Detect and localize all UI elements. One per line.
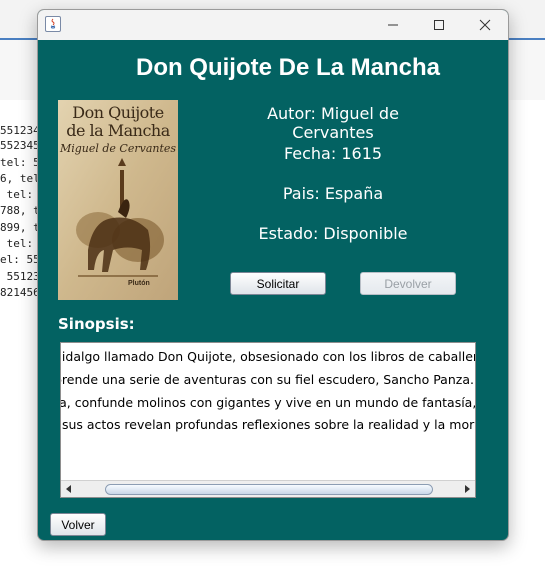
arrow-right-icon bbox=[465, 485, 470, 493]
book-title: Don Quijote De La Mancha bbox=[135, 54, 441, 81]
horizontal-scrollbar[interactable] bbox=[61, 480, 475, 497]
book-detail-window: Don Quijote De La Mancha Don Quijote de … bbox=[37, 9, 509, 541]
minimize-icon bbox=[388, 24, 398, 26]
cover-title-line1: Don Quijote bbox=[72, 103, 164, 122]
scroll-left-button[interactable] bbox=[61, 481, 77, 497]
cover-author: Miguel de Cervantes bbox=[59, 142, 177, 155]
book-cover-image: Don Quijote de la Mancha Miguel de Cerva… bbox=[58, 100, 178, 300]
synopsis-line: , sus actos revelan profundas reflexione… bbox=[60, 417, 476, 432]
maximize-button[interactable] bbox=[416, 10, 462, 40]
close-icon bbox=[479, 19, 491, 31]
console-line: tel: bbox=[0, 237, 40, 250]
maximize-icon bbox=[434, 20, 444, 30]
synopsis-line: ra, confunde molinos con gigantes y vive… bbox=[60, 395, 476, 410]
status-label: Estado: Disponible bbox=[258, 224, 408, 243]
minimize-button[interactable] bbox=[370, 10, 416, 40]
date-label: Fecha: 1615 bbox=[283, 144, 383, 163]
console-line: 55123 bbox=[0, 270, 40, 283]
author-label: Autor: Miguel de Cervantes bbox=[267, 104, 399, 142]
scroll-right-button[interactable] bbox=[459, 481, 475, 497]
console-line: 6, tel bbox=[0, 172, 40, 185]
synopsis-line: prende una serie de aventuras con su fie… bbox=[60, 372, 476, 387]
synopsis-line: hidalgo llamado Don Quijote, obsesionado… bbox=[60, 349, 476, 364]
close-button[interactable] bbox=[462, 10, 508, 40]
synopsis-text-area[interactable]: hidalgo llamado Don Quijote, obsesionado… bbox=[60, 342, 476, 498]
cover-publisher: Plutón bbox=[128, 280, 150, 287]
console-line: 552345 bbox=[0, 139, 40, 152]
console-line: el: 55 bbox=[0, 253, 40, 266]
console-line: 821456 bbox=[0, 286, 40, 299]
console-line: 788, t bbox=[0, 204, 40, 217]
synopsis-label: Sinopsis: bbox=[58, 315, 135, 333]
return-button[interactable]: Devolver bbox=[360, 272, 456, 295]
console-line: tel: bbox=[0, 188, 40, 201]
scrollbar-thumb[interactable] bbox=[105, 484, 433, 495]
console-line: 551234 bbox=[0, 124, 40, 137]
cover-title-line2: de la Mancha bbox=[66, 121, 170, 140]
arrow-left-icon bbox=[66, 485, 71, 493]
request-button[interactable]: Solicitar bbox=[230, 272, 326, 295]
window-titlebar[interactable] bbox=[38, 10, 508, 40]
country-label: Pais: España bbox=[282, 184, 384, 203]
console-line: 899, t bbox=[0, 221, 40, 234]
java-icon bbox=[45, 16, 61, 32]
back-button[interactable]: Volver bbox=[50, 513, 106, 536]
